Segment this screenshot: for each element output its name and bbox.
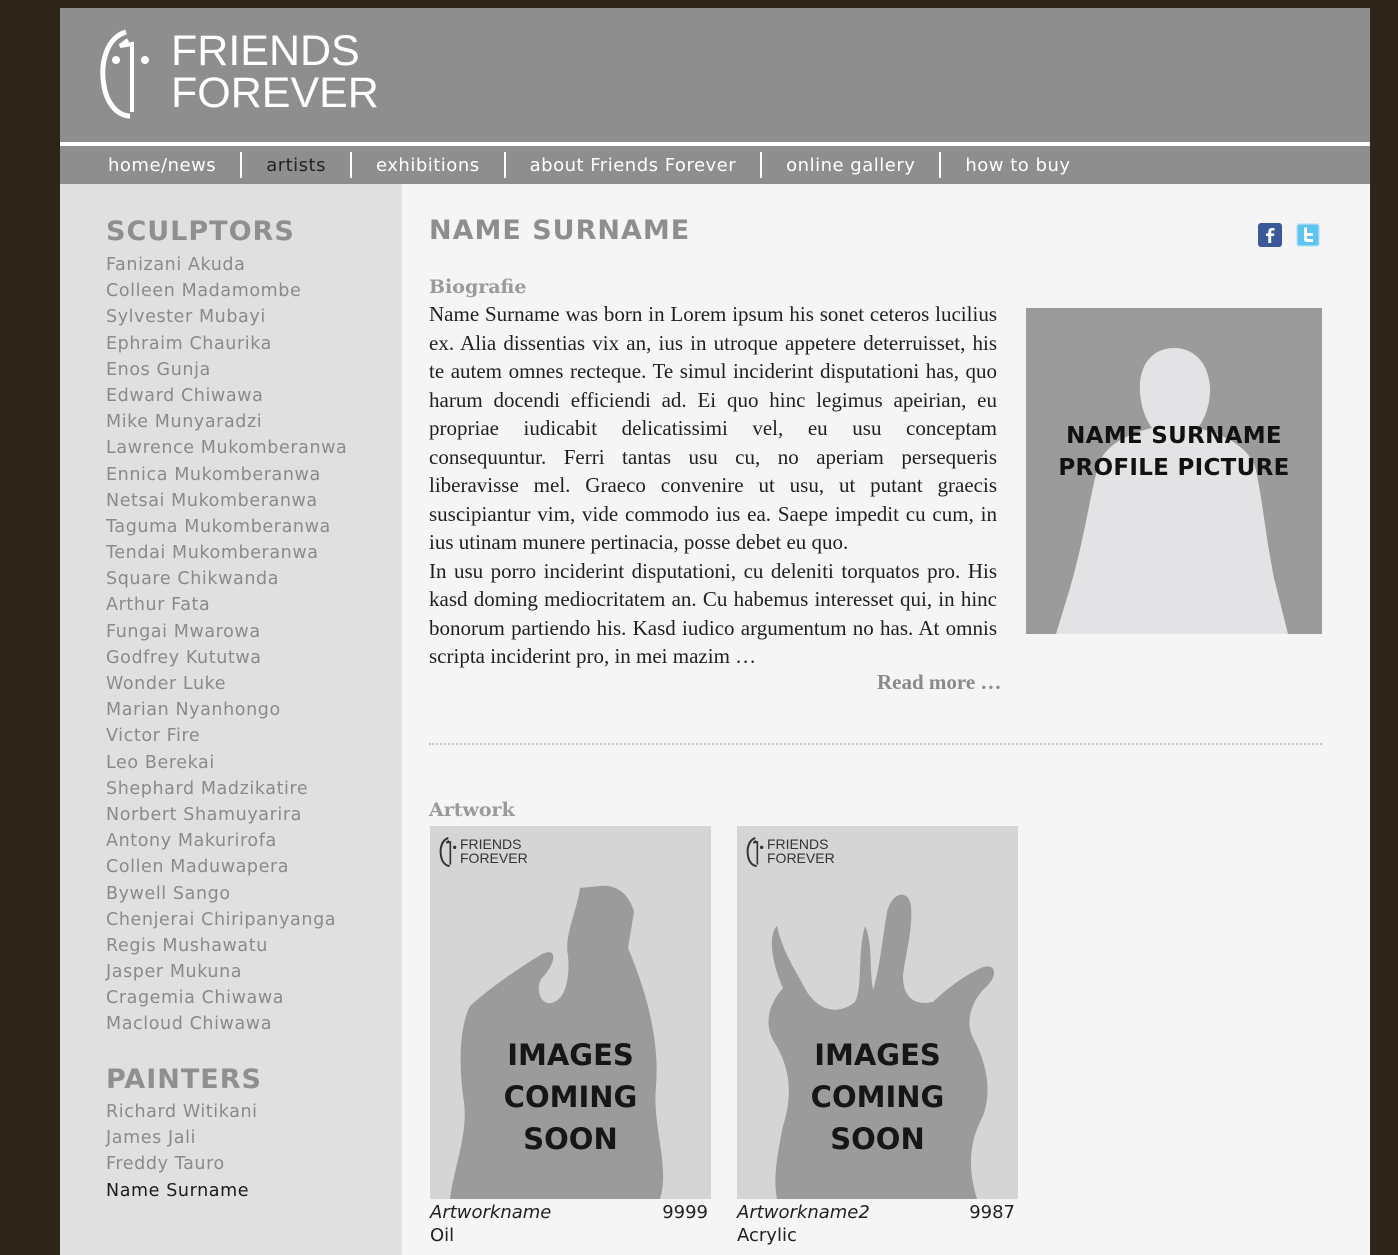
profile-picture-caption: NAME SURNAME PROFILE PICTURE xyxy=(1026,420,1322,484)
artwork-medium: Oil xyxy=(430,1225,455,1246)
artist-link[interactable]: Colleen Madamombe xyxy=(106,278,347,304)
nav-separator xyxy=(939,152,942,178)
artwork-name[interactable]: Artworkname xyxy=(430,1202,551,1223)
artist-link[interactable]: Freddy Tauro xyxy=(106,1151,258,1177)
artwork-card[interactable]: FRIENDS FOREVER IMAGES COMING SOON xyxy=(430,826,711,1199)
artist-link[interactable]: Fungai Mwarowa xyxy=(106,619,347,645)
artist-link[interactable]: Collen Maduwapera xyxy=(106,854,347,880)
nav-separator xyxy=(240,152,243,178)
artist-link[interactable]: Enos Gunja xyxy=(106,357,347,383)
painters-list: Richard Witikani James Jali Freddy Tauro Na… xyxy=(106,1099,258,1204)
artist-link[interactable]: Fanizani Akuda xyxy=(106,252,347,278)
artist-link[interactable]: Shephard Madzikatire xyxy=(106,776,347,802)
artist-link[interactable]: Regis Mushawatu xyxy=(106,933,347,959)
artist-link[interactable]: Cragemia Chiwawa xyxy=(106,985,347,1011)
artist-link[interactable]: Bywell Sango xyxy=(106,881,347,907)
nav-how-to-buy[interactable]: how to buy xyxy=(953,155,1082,176)
nav-online-gallery[interactable]: online gallery xyxy=(774,155,927,176)
caption-line: IMAGES xyxy=(814,1038,941,1072)
artwork-number: 9987 xyxy=(969,1202,1015,1223)
caption-line: SOON xyxy=(830,1122,925,1156)
nav-about[interactable]: about Friends Forever xyxy=(518,155,749,176)
artwork-card[interactable]: FRIENDS FOREVER IMAGES COMING SOON xyxy=(737,826,1018,1199)
page-container: FRIENDS FOREVER home/news artists exhibi… xyxy=(60,8,1370,1255)
artist-link[interactable]: Wonder Luke xyxy=(106,671,347,697)
artwork-medium: Acrylic xyxy=(737,1225,797,1246)
sculptors-list: Fanizani Akuda Colleen Madamombe Sylvester… xyxy=(106,252,347,1038)
profile-picture-placeholder: NAME SURNAME PROFILE PICTURE xyxy=(1026,308,1322,634)
profile-caption-line-1: NAME SURNAME xyxy=(1066,423,1282,449)
painters-heading: PAINTERS xyxy=(106,1064,262,1095)
artist-link[interactable]: Norbert Shamuyarira xyxy=(106,802,347,828)
artist-link[interactable]: Godfrey Kututwa xyxy=(106,645,347,671)
caption-line: COMING xyxy=(810,1080,945,1114)
nav-home-news[interactable]: home/news xyxy=(96,155,228,176)
artist-link[interactable]: Arthur Fata xyxy=(106,592,347,618)
artist-link[interactable]: Square Chikwanda xyxy=(106,566,347,592)
profile-caption-line-2: PROFILE PICTURE xyxy=(1058,455,1290,481)
biography-paragraph: Name Surname was born in Lorem ipsum his… xyxy=(429,302,997,554)
section-divider xyxy=(429,743,1322,745)
artwork-name[interactable]: Artworkname2 xyxy=(737,1202,870,1223)
artist-link[interactable]: Marian Nyanhongo xyxy=(106,697,347,723)
artwork-placeholder-caption: IMAGES COMING SOON xyxy=(430,1034,711,1160)
biography-text: Name Surname was born in Lorem ipsum his… xyxy=(429,300,997,671)
artwork-number: 9999 xyxy=(662,1202,708,1223)
artist-link[interactable]: Mike Munyaradzi xyxy=(106,409,347,435)
artist-link[interactable]: Ephraim Chaurika xyxy=(106,331,347,357)
nav-separator xyxy=(350,152,352,178)
site-header: FRIENDS FOREVER xyxy=(60,8,1370,142)
nav-separator xyxy=(503,152,506,178)
artist-link[interactable]: Edward Chiwawa xyxy=(106,383,347,409)
brand-line-2: FOREVER xyxy=(171,69,379,117)
biography-paragraph: In usu porro inciderint disputationi, cu… xyxy=(429,558,997,669)
facebook-icon[interactable] xyxy=(1258,223,1282,247)
artist-link[interactable]: Antony Makurirofa xyxy=(106,828,347,854)
brand-name[interactable]: FRIENDS FOREVER xyxy=(171,27,379,117)
artist-link[interactable]: Victor Fire xyxy=(106,723,347,749)
outer-frame-top xyxy=(0,0,1398,8)
artist-link[interactable]: Leo Berekai xyxy=(106,750,347,776)
artist-link[interactable]: Sylvester Mubayi xyxy=(106,304,347,330)
artwork-label: Artwork xyxy=(429,799,515,821)
read-more-link[interactable]: Read more … xyxy=(877,670,1001,695)
sculptors-heading: SCULPTORS xyxy=(106,216,295,247)
artist-link[interactable]: Taguma Mukomberanwa xyxy=(106,514,347,540)
nav-artists[interactable]: artists xyxy=(254,155,338,176)
artist-link[interactable]: Netsai Mukomberanwa xyxy=(106,488,347,514)
biography-label: Biografie xyxy=(429,276,527,298)
caption-line: SOON xyxy=(523,1122,618,1156)
artist-link[interactable]: Ennica Mukomberanwa xyxy=(106,462,347,488)
friends-forever-logo-icon[interactable] xyxy=(98,26,158,122)
artist-link[interactable]: Jasper Mukuna xyxy=(106,959,347,985)
main-nav: home/news artists exhibitions about Frie… xyxy=(60,146,1370,184)
artist-link[interactable]: Lawrence Mukomberanwa xyxy=(106,435,347,461)
artist-link[interactable]: James Jali xyxy=(106,1125,258,1151)
artist-link[interactable]: Richard Witikani xyxy=(106,1099,258,1125)
artist-name-title: NAME SURNAME xyxy=(429,215,691,246)
caption-line: IMAGES xyxy=(507,1038,634,1072)
artist-sidebar: SCULPTORS Fanizani Akuda Colleen Madamomb… xyxy=(60,184,402,1255)
artist-link[interactable]: Name Surname xyxy=(106,1178,258,1204)
caption-line: COMING xyxy=(503,1080,638,1114)
twitter-icon[interactable] xyxy=(1296,223,1320,247)
nav-exhibitions[interactable]: exhibitions xyxy=(364,155,492,176)
artist-link[interactable]: Tendai Mukomberanwa xyxy=(106,540,347,566)
artist-link[interactable]: Chenjerai Chiripanyanga xyxy=(106,907,347,933)
brand-line-1: FRIENDS xyxy=(171,27,360,75)
artwork-placeholder-caption: IMAGES COMING SOON xyxy=(737,1034,1018,1160)
nav-separator xyxy=(760,152,763,178)
artist-link[interactable]: Macloud Chiwawa xyxy=(106,1011,347,1037)
